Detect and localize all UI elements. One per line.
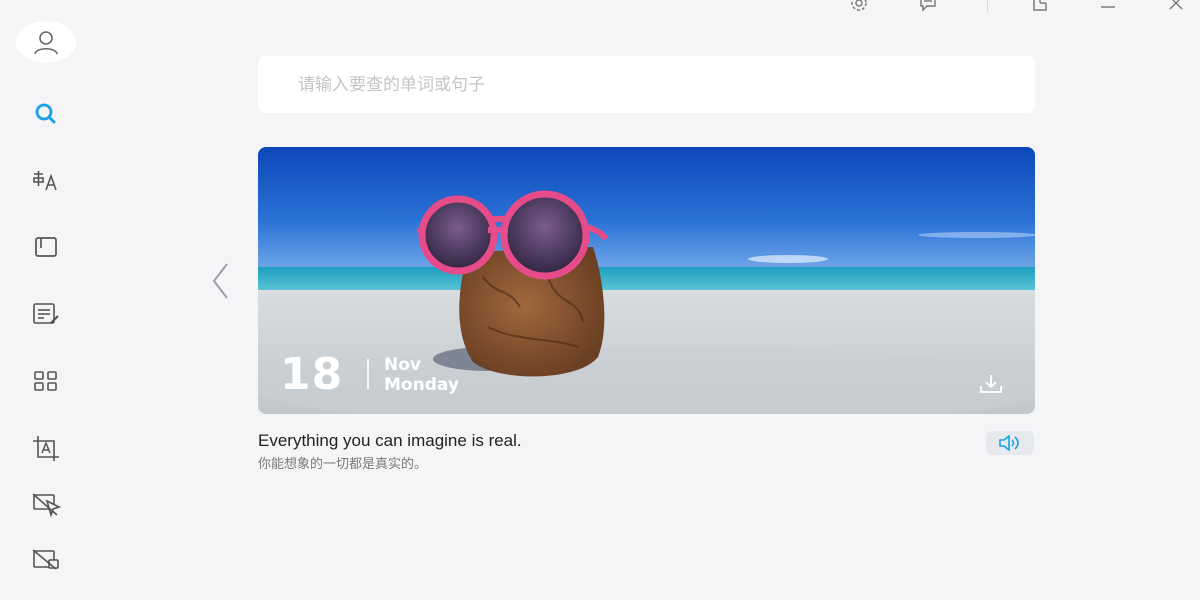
minimize-button[interactable] bbox=[1094, 0, 1122, 14]
minimize-icon bbox=[1101, 6, 1115, 8]
speaker-icon bbox=[999, 434, 1019, 452]
user-avatar[interactable] bbox=[16, 21, 76, 63]
feedback-icon bbox=[920, 0, 936, 12]
search-input[interactable] bbox=[258, 56, 1035, 113]
grid-icon bbox=[34, 371, 57, 391]
quote-english: Everything you can imagine is real. bbox=[258, 431, 522, 450]
pointer-disabled-icon bbox=[32, 493, 62, 518]
text-recognition-icon bbox=[33, 436, 59, 461]
sidebar-item-writing[interactable] bbox=[26, 296, 66, 332]
play-audio-button[interactable] bbox=[986, 431, 1034, 455]
sidebar-item-search[interactable] bbox=[26, 96, 66, 132]
pin-button[interactable] bbox=[1026, 0, 1054, 14]
close-button[interactable] bbox=[1162, 0, 1190, 14]
settings-icon bbox=[851, 0, 867, 11]
user-icon bbox=[34, 31, 58, 55]
sidebar-item-screen-translate[interactable] bbox=[26, 486, 66, 522]
sidebar bbox=[0, 0, 92, 600]
titlebar-divider bbox=[987, 0, 988, 12]
sidebar-item-apps[interactable] bbox=[26, 363, 66, 399]
sidebar-item-wordbook[interactable] bbox=[26, 229, 66, 265]
banner-weekday: Monday bbox=[384, 375, 459, 395]
chevron-left-icon bbox=[212, 263, 228, 299]
previous-button[interactable] bbox=[204, 258, 236, 304]
sidebar-item-ocr[interactable] bbox=[26, 430, 66, 466]
download-button[interactable] bbox=[976, 371, 1006, 397]
sidebar-item-translate[interactable] bbox=[26, 163, 66, 199]
search-icon bbox=[35, 103, 56, 124]
sidebar-item-image-translate[interactable] bbox=[26, 541, 66, 577]
translate-icon bbox=[33, 171, 57, 191]
banner-day: 18 bbox=[280, 349, 344, 400]
quote-chinese: 你能想象的一切都是真实的。 bbox=[258, 457, 428, 472]
daily-banner[interactable]: 18 Nov Monday bbox=[258, 147, 1035, 414]
pin-icon bbox=[1033, 0, 1047, 11]
download-icon bbox=[980, 375, 1002, 393]
banner-month: Nov bbox=[384, 355, 421, 375]
edit-document-icon bbox=[33, 303, 59, 324]
feedback-button[interactable] bbox=[914, 0, 942, 14]
image-disabled-icon bbox=[32, 549, 59, 570]
book-icon bbox=[35, 237, 57, 257]
banner-image bbox=[258, 147, 1035, 414]
banner-date-divider bbox=[367, 359, 369, 389]
close-icon bbox=[1169, 0, 1183, 10]
settings-button[interactable] bbox=[845, 0, 873, 14]
